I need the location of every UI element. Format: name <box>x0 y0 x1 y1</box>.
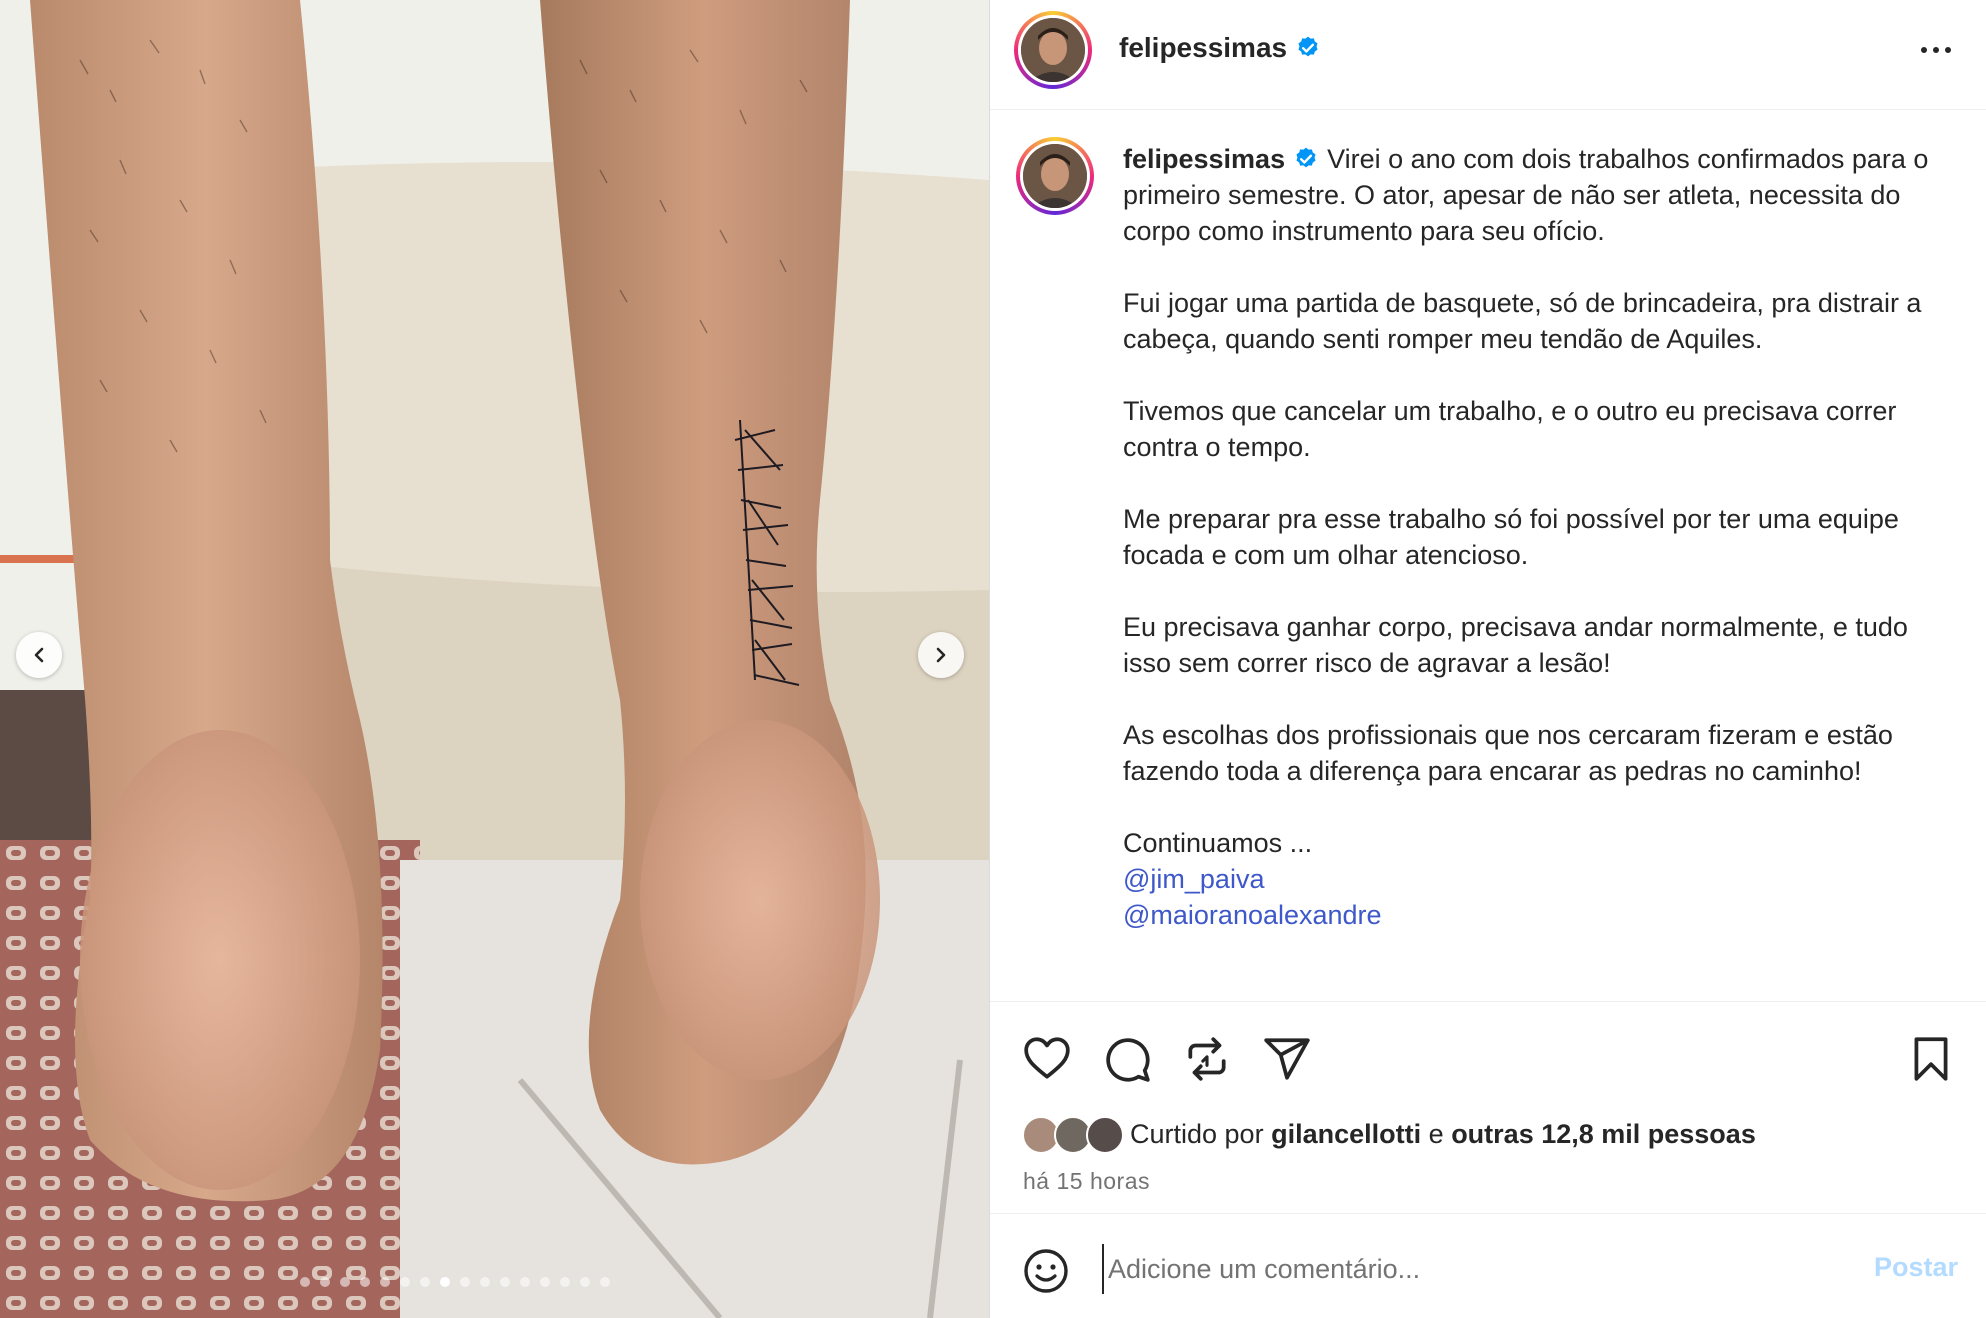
caption-paragraph: Continuamos ... <box>1123 828 1313 858</box>
carousel-dot <box>560 1277 570 1287</box>
carousel-dot <box>300 1277 310 1287</box>
carousel-indicator <box>300 1276 610 1288</box>
caption-paragraph: Fui jogar uma partida de basquete, só de… <box>1123 288 1922 354</box>
share-button[interactable] <box>1262 1034 1312 1084</box>
comment-button[interactable] <box>1102 1034 1152 1084</box>
like-button[interactable] <box>1022 1034 1072 1084</box>
carousel-dot <box>320 1277 330 1287</box>
caption-paragraph: As escolhas dos profissionais que nos ce… <box>1123 720 1893 786</box>
chevron-left-icon <box>34 647 44 663</box>
action-bar <box>990 1002 1986 1102</box>
save-button[interactable] <box>1906 1034 1956 1084</box>
carousel-dot <box>580 1277 590 1287</box>
more-options-button[interactable] <box>1916 38 1956 62</box>
verified-badge-icon <box>1298 36 1318 57</box>
carousel-dot <box>440 1277 450 1287</box>
likes-count[interactable]: outras 12,8 mil pessoas <box>1451 1119 1756 1149</box>
username-text[interactable]: felipessimas <box>1119 32 1287 63</box>
carousel-dot <box>360 1277 370 1287</box>
likes-connector: e <box>1428 1118 1444 1149</box>
post-caption: felipessimas Virei o ano com dois trabalh… <box>1123 141 1943 933</box>
carousel-dot <box>540 1277 550 1287</box>
post-photo <box>0 0 989 1318</box>
likes-prefix: Curtido por <box>1130 1118 1264 1149</box>
caption-username[interactable]: felipessimas <box>1123 144 1285 174</box>
repost-icon <box>1188 1037 1226 1081</box>
post-header: felipessimas <box>990 0 1986 110</box>
next-photo-button[interactable] <box>918 632 964 678</box>
comment-icon <box>1106 1038 1150 1082</box>
share-icon <box>1264 1038 1310 1080</box>
post-comment-button[interactable]: Postar <box>1874 1252 1958 1283</box>
more-icon <box>1921 47 1927 53</box>
caption-paragraph: Tivemos que cancelar um trabalho, e o ou… <box>1123 396 1897 462</box>
comment-input[interactable] <box>1102 1244 1822 1294</box>
previous-photo-button[interactable] <box>16 632 62 678</box>
avatar[interactable] <box>1014 11 1092 89</box>
likes-summary[interactable]: Curtido por gilancellotti e outras 12,8 … <box>1022 1112 1756 1156</box>
author-username[interactable]: felipessimas <box>1119 32 1321 64</box>
emoji-icon <box>1024 1249 1068 1293</box>
carousel-dot <box>400 1277 410 1287</box>
likes-text: Curtido por gilancellotti e outras 12,8 … <box>1130 1119 1756 1150</box>
carousel-dot <box>600 1277 610 1287</box>
profile-photo <box>1023 144 1087 208</box>
carousel-dot <box>480 1277 490 1287</box>
caption-avatar[interactable] <box>1016 137 1094 215</box>
post-timestamp[interactable]: há 15 horas <box>1023 1168 1150 1195</box>
profile-photo <box>1021 18 1085 82</box>
emoji-button[interactable] <box>1022 1247 1070 1295</box>
comment-composer: Postar <box>990 1213 1986 1318</box>
bookmark-icon <box>1914 1037 1948 1081</box>
mention-link[interactable]: @jim_paiva <box>1123 861 1943 897</box>
repost-button[interactable] <box>1182 1034 1232 1084</box>
carousel-dot <box>380 1277 390 1287</box>
post-details-panel: felipessimas felipessimas Virei o ano com… <box>990 0 1986 1318</box>
heart-icon <box>1024 1037 1070 1079</box>
liker-username[interactable]: gilancellotti <box>1271 1119 1421 1149</box>
carousel-dot <box>460 1277 470 1287</box>
chevron-right-icon <box>936 647 946 663</box>
caption-paragraph: Me preparar pra esse trabalho só foi pos… <box>1123 504 1899 570</box>
liker-avatars <box>1022 1112 1126 1156</box>
post-actions-section: Curtido por gilancellotti e outras 12,8 … <box>990 1001 1986 1216</box>
mention-link[interactable]: @maioranoalexandre <box>1123 897 1943 933</box>
post-media[interactable] <box>0 0 989 1318</box>
carousel-dot <box>520 1277 530 1287</box>
verified-badge-icon <box>1296 147 1316 168</box>
avatar <box>1086 1116 1124 1154</box>
carousel-dot <box>420 1277 430 1287</box>
caption-paragraph: Eu precisava ganhar corpo, precisava and… <box>1123 612 1908 678</box>
carousel-dot <box>340 1277 350 1287</box>
caption-section: felipessimas Virei o ano com dois trabalh… <box>990 111 1986 1001</box>
carousel-dot <box>500 1277 510 1287</box>
